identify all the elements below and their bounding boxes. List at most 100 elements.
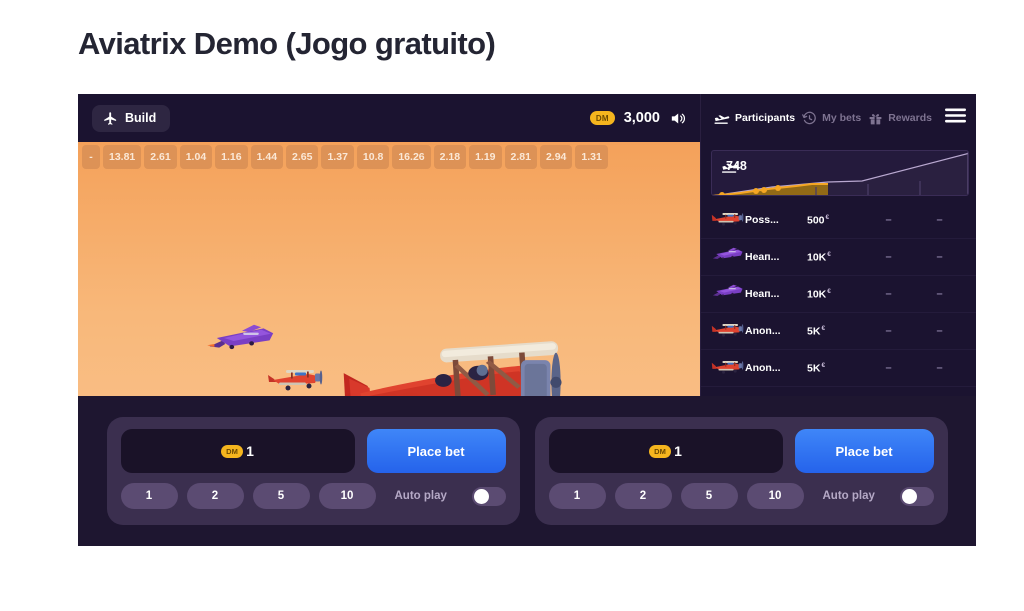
quick-amount-chip[interactable]: 5: [680, 483, 738, 509]
player-name: Неап...: [745, 288, 780, 300]
tab-participants-label: Participants: [735, 112, 796, 124]
win-amount: –: [936, 251, 943, 263]
history-chip[interactable]: 16.26: [392, 145, 431, 169]
tab-my-bets[interactable]: My bets: [802, 111, 861, 126]
bet-amount-value: 5K: [807, 362, 821, 375]
history-chip[interactable]: 1.44: [250, 145, 284, 169]
bet-currency: €: [827, 250, 831, 258]
autoplay-toggle[interactable]: [471, 486, 506, 506]
airplane-icon: [103, 111, 118, 126]
player-name: Неап...: [745, 251, 780, 263]
bet-currency: €: [827, 287, 831, 295]
bet-amount-input[interactable]: DM 1: [120, 429, 355, 473]
tab-participants[interactable]: Participants: [713, 111, 795, 125]
bet-amount: 5K€: [807, 325, 863, 338]
table-row[interactable]: Anon... 5K€ – –: [701, 350, 976, 387]
bet-amount-value: 10K: [807, 288, 827, 301]
hamburger-menu-icon[interactable]: [945, 108, 966, 128]
player-name: Anon...: [745, 362, 781, 374]
history-chip[interactable]: 1.37: [321, 145, 354, 169]
quick-amount-chip[interactable]: 10: [318, 483, 376, 509]
history-chip[interactable]: 2.94: [539, 145, 573, 169]
participants-graph: 748: [711, 150, 969, 196]
cashout-multiplier: –: [885, 214, 892, 226]
quick-amount-chip[interactable]: 2: [614, 483, 672, 509]
purple-jet-avatar: [711, 282, 745, 306]
gift-icon: [868, 111, 883, 126]
history-chip[interactable]: 1.31: [575, 145, 608, 169]
build-button-label: Build: [125, 111, 157, 125]
history-chip[interactable]: 2.81: [504, 145, 537, 169]
game-canvas: -13.81 2.61 1.04 1.16 1.44 2.65 1.37 10.8 16.26 2…: [78, 142, 700, 396]
balance-amount: 3,000: [623, 110, 660, 126]
history-chip[interactable]: 1.19: [469, 145, 502, 169]
win-amount: –: [936, 325, 943, 337]
quick-amount-chip[interactable]: 1: [548, 483, 606, 509]
history-chip[interactable]: 10.8: [356, 145, 390, 169]
bet-amount-value: 10K: [807, 251, 827, 264]
quick-amount-chip[interactable]: 5: [252, 483, 310, 509]
balance-area: DM 3,000: [589, 94, 686, 142]
red-biplane-avatar: [711, 356, 745, 380]
cashout-multiplier: –: [885, 251, 892, 263]
purple-jet-avatar: [711, 245, 745, 269]
history-clock-icon: [802, 111, 817, 126]
cashout-multiplier: –: [885, 288, 892, 300]
bet-amount: 10K€: [807, 288, 863, 301]
bet-card-bottom: 1 2 5 10 Auto play: [548, 483, 934, 509]
history-chip[interactable]: 2.61: [144, 145, 177, 169]
tab-rewards[interactable]: Rewards: [868, 111, 932, 126]
currency-badge: DM: [221, 444, 244, 458]
autoplay-label: Auto play: [822, 490, 875, 502]
tab-rewards-label: Rewards: [888, 112, 932, 124]
bet-amount-input[interactable]: DM 1: [548, 429, 783, 473]
participants-panel: 748 Poss...500€––Неап...10K€––Неап...10K…: [700, 142, 976, 396]
table-row[interactable]: Неап... 10K€ – –: [701, 239, 976, 276]
history-chip[interactable]: 1.16: [215, 145, 248, 169]
top-bar-left: Build DM 3,000: [78, 94, 700, 142]
quick-amount-chip[interactable]: 1: [120, 483, 178, 509]
bet-amount-value: 1: [246, 443, 254, 459]
currency-badge: DM: [589, 111, 615, 125]
history-chip[interactable]: 2.65: [286, 145, 319, 169]
player-name: Anon...: [745, 325, 781, 337]
bet-amount: 10K€: [807, 251, 863, 264]
red-biplane-avatar: [711, 319, 745, 343]
win-amount: –: [936, 362, 943, 374]
page-title: Aviatrix Demo (Jogo gratuito): [78, 26, 496, 61]
multiplier-display: 1.42x: [78, 387, 700, 396]
table-row[interactable]: Poss... 500€ – –: [701, 202, 976, 239]
table-row[interactable]: Неап... 10K€ – –: [701, 276, 976, 313]
history-chip[interactable]: 13.81: [103, 145, 142, 169]
bet-card-top: DM 1 Place bet: [548, 429, 934, 473]
main-row: -13.81 2.61 1.04 1.16 1.44 2.65 1.37 10.8 16.26 2…: [78, 142, 976, 396]
currency-badge: DM: [649, 444, 672, 458]
bet-card-1: DM 1 Place bet 1 2 5 10 Auto play: [106, 417, 520, 525]
place-bet-button[interactable]: Place bet: [794, 429, 934, 473]
quick-amount-chip[interactable]: 10: [746, 483, 804, 509]
quick-amount-chip[interactable]: 2: [186, 483, 244, 509]
player-name: Poss...: [745, 214, 779, 226]
top-bar: Build DM 3,000 Participants My bets Rewa…: [78, 94, 976, 142]
toggle-knob: [473, 488, 489, 504]
speaker-icon[interactable]: [669, 110, 686, 127]
bet-amount-value: 500: [807, 214, 825, 227]
history-chip[interactable]: 2.18: [433, 145, 467, 169]
bet-amount-value: 5K: [807, 325, 821, 338]
table-row[interactable]: Anon... 5K€ – –: [701, 313, 976, 350]
build-button[interactable]: Build: [92, 104, 171, 132]
top-bar-right: Participants My bets Rewards: [700, 94, 976, 142]
cashout-multiplier: –: [885, 362, 892, 374]
multiplier-value: 1.42: [338, 387, 423, 396]
history-chip[interactable]: 1.04: [179, 145, 213, 169]
place-bet-button[interactable]: Place bet: [366, 429, 506, 473]
bet-currency: €: [821, 361, 826, 369]
win-amount: –: [936, 214, 943, 226]
participants-list: Poss... 500€ – – Неап... 10K€ – – Неап... 10K€ – – A…: [701, 202, 976, 387]
bet-currency: €: [821, 324, 826, 332]
autoplay-label: Auto play: [394, 490, 447, 502]
win-amount: –: [936, 288, 943, 300]
history-chip[interactable]: -: [82, 145, 100, 169]
autoplay-toggle[interactable]: [899, 486, 934, 506]
bet-amount-value: 1: [674, 443, 682, 459]
